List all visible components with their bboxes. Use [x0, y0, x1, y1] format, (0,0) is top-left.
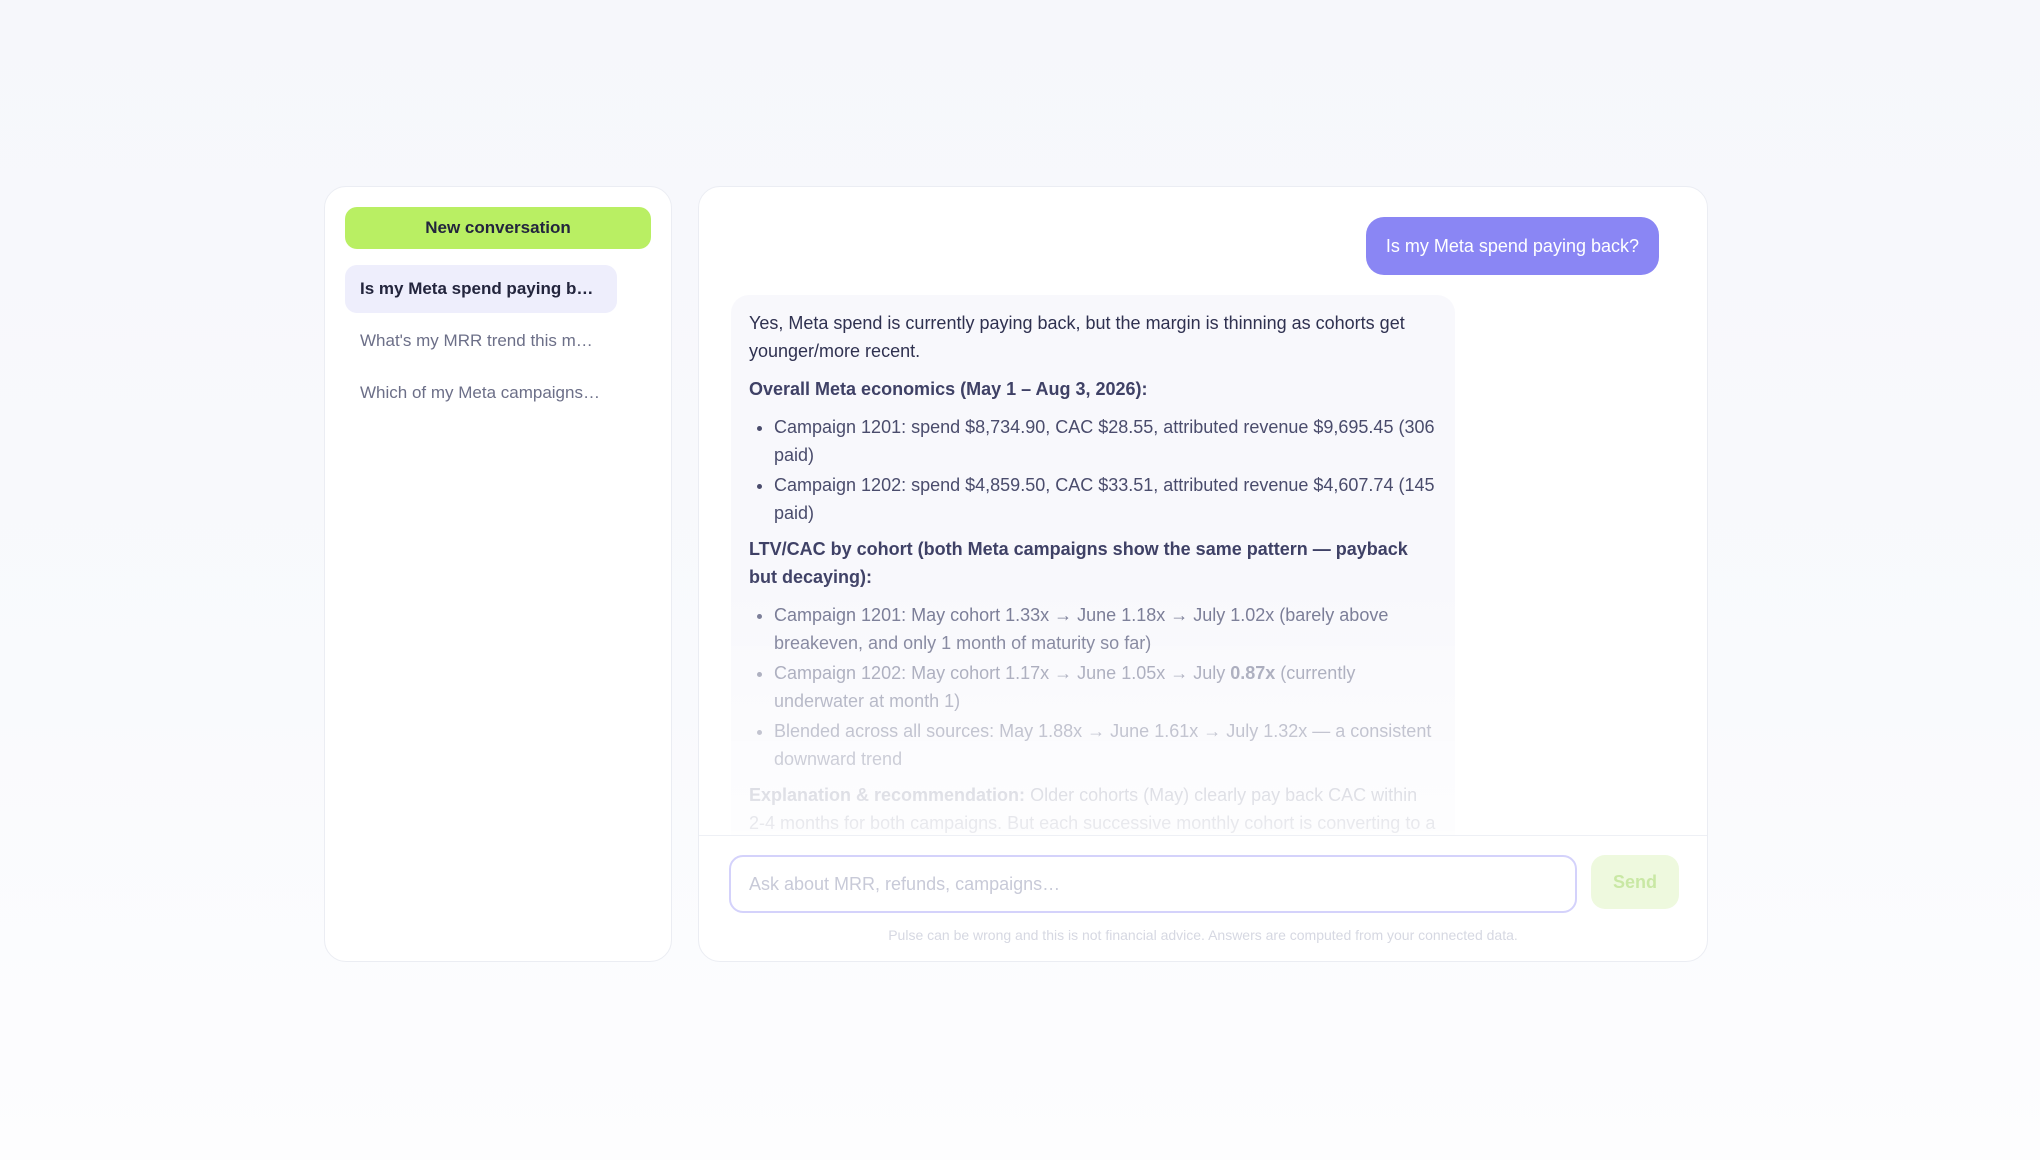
conversation-item[interactable]: What's my MRR trend this month? — [345, 317, 617, 365]
list-item: Campaign 1202: spend $4,859.50, CAC $33.… — [774, 471, 1437, 527]
user-message: Is my Meta spend paying back? — [1365, 217, 1659, 275]
conversation-item-active[interactable]: Is my Meta spend paying back? — [345, 265, 617, 313]
list-item-emphasis: 0.87x — [1230, 663, 1276, 683]
send-button[interactable]: Send — [1591, 855, 1679, 909]
list-item: Blended across all sources: May 1.88x → … — [774, 717, 1437, 773]
conversation-item[interactable]: Which of my Meta campaigns are paying ba… — [345, 369, 617, 417]
new-conversation-button[interactable]: New conversation — [345, 207, 651, 249]
list-item-text: Campaign 1202: May cohort 1.17x → June 1… — [774, 663, 1231, 683]
list-item: Campaign 1201: May cohort 1.33x → June 1… — [774, 601, 1437, 657]
app-stage: New conversation Is my Meta spend paying… — [0, 0, 2040, 1160]
assistant-intro: Yes, Meta spend is currently paying back… — [749, 313, 1405, 361]
bullet-list: Campaign 1201: spend $8,734.90, CAC $28.… — [774, 413, 1437, 527]
explanation-heading: Explanation & recommendation: — [749, 785, 1026, 805]
chat-panel: Is my Meta spend paying back? Yes, Meta … — [698, 186, 1708, 962]
conversation-sidebar: New conversation Is my Meta spend paying… — [324, 186, 672, 962]
list-item: Campaign 1201: spend $8,734.90, CAC $28.… — [774, 413, 1437, 469]
composer-divider — [699, 835, 1707, 836]
section-heading: Overall Meta economics (May 1 – Aug 3, 2… — [749, 379, 1148, 399]
disclaimer-text: Pulse can be wrong and this is not finan… — [888, 927, 1518, 943]
list-item: Campaign 1202: May cohort 1.17x → June 1… — [774, 659, 1437, 715]
chat-input[interactable] — [729, 855, 1577, 913]
conversation-list: Is my Meta spend paying back? What's my … — [345, 265, 651, 417]
assistant-message: Yes, Meta spend is currently paying back… — [731, 295, 1455, 835]
section-heading: LTV/CAC by cohort (both Meta campaigns s… — [749, 539, 1408, 587]
explanation-paragraph: Explanation & recommendation: Older coho… — [749, 781, 1437, 835]
bullet-list: Campaign 1201: May cohort 1.33x → June 1… — [774, 601, 1437, 773]
message-list[interactable]: Is my Meta spend paying back? Yes, Meta … — [699, 187, 1707, 835]
